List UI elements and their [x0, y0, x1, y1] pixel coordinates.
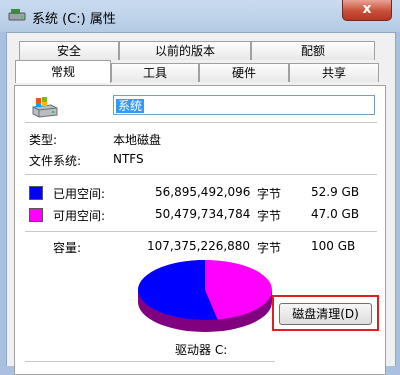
divider	[25, 361, 275, 362]
volume-name-value: 系统	[116, 99, 145, 113]
tab-previous-versions[interactable]: 以前的版本	[119, 41, 251, 60]
disk-usage-pie	[138, 260, 272, 332]
divider	[25, 174, 377, 175]
title-bar: 系统 (C:) 属性 x	[0, 0, 400, 32]
close-button[interactable]: x	[342, 0, 392, 21]
used-space-label: 已用空间:	[53, 187, 106, 201]
tab-general[interactable]: 常规	[15, 60, 111, 83]
free-space-swatch	[29, 208, 43, 222]
drive-icon	[8, 9, 26, 21]
general-panel: 系统 类型: 本地磁盘 文件系统: NTFS 已用空间: 56,895,492,…	[14, 85, 386, 375]
free-space-unit: 字节	[257, 209, 282, 223]
disk-cleanup-button[interactable]: 磁盘清理(D)	[279, 303, 372, 325]
capacity-bytes: 107,375,226,880	[147, 239, 251, 253]
volume-name-input[interactable]: 系统	[113, 95, 375, 115]
tab-sharing[interactable]: 共享	[289, 63, 379, 82]
free-space-size: 47.0 GB	[311, 207, 360, 221]
capacity-size: 100 GB	[311, 239, 356, 253]
filesystem-value: NTFS	[113, 152, 144, 166]
window-title: 系统 (C:) 属性	[32, 12, 116, 27]
drive-label: 驱动器 C:	[175, 343, 228, 357]
tab-security[interactable]: 安全	[19, 41, 119, 60]
free-space-label: 可用空间:	[53, 209, 106, 223]
used-space-unit: 字节	[257, 187, 282, 201]
filesystem-label: 文件系统:	[29, 154, 82, 168]
type-value: 本地磁盘	[113, 133, 162, 147]
free-space-bytes: 50,479,734,784	[155, 207, 251, 221]
drive-icon	[32, 97, 58, 118]
tab-quota[interactable]: 配额	[251, 41, 375, 60]
used-space-bytes: 56,895,492,096	[155, 185, 251, 199]
capacity-label: 容量:	[53, 241, 82, 255]
used-space-swatch	[29, 186, 43, 200]
tab-hardware[interactable]: 硬件	[199, 63, 289, 82]
divider	[25, 122, 377, 123]
divider	[25, 231, 377, 232]
properties-window: 安全 以前的版本 配额 常规 工具 硬件 共享 系统 类型: 本地磁盘 文件系统…	[6, 32, 396, 375]
type-label: 类型:	[29, 133, 58, 147]
used-space-size: 52.9 GB	[311, 185, 360, 199]
tab-tools[interactable]: 工具	[111, 63, 199, 82]
